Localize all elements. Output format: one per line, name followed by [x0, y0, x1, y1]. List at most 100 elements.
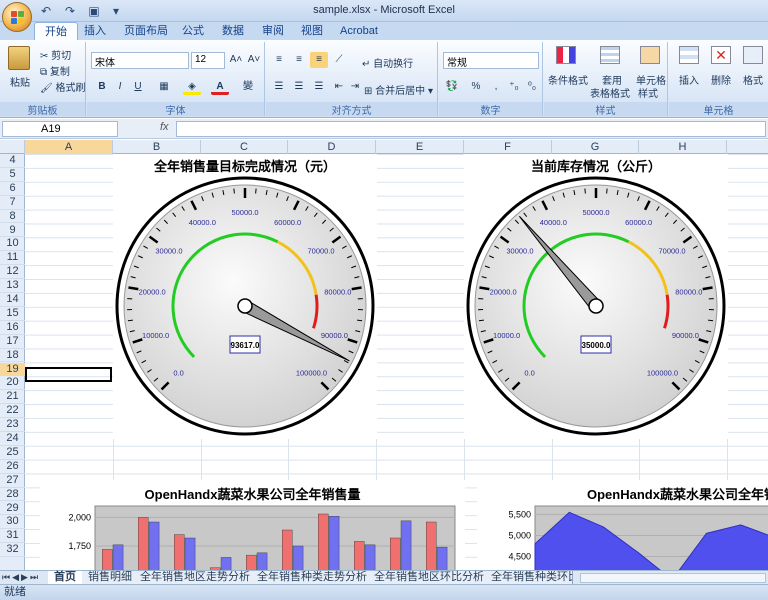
- row-header-28[interactable]: 28: [0, 488, 25, 502]
- comma-icon[interactable]: ,: [487, 79, 505, 95]
- area-chart-annual-sales[interactable]: OpenHandx蔬菜水果公司全年销售量 5,5005,0004,5004,00…: [477, 480, 768, 570]
- column-header-h[interactable]: H: [639, 140, 727, 154]
- bar-chart-annual-sales[interactable]: OpenHandx蔬菜水果公司全年销售量 2,0001,7501,500: [40, 480, 465, 570]
- customize-quick-access-icon[interactable]: ▾: [108, 3, 124, 19]
- row-header-22[interactable]: 22: [0, 404, 25, 419]
- conditional-format-button[interactable]: 条件格式: [548, 72, 588, 87]
- sheet-tab-home[interactable]: 首页: [48, 571, 83, 585]
- decrease-font-icon[interactable]: A˅: [245, 52, 263, 68]
- row-header-11[interactable]: 11: [0, 251, 25, 266]
- row-header-20[interactable]: 20: [0, 376, 25, 391]
- tab-insert[interactable]: 插入: [74, 22, 116, 40]
- cell-styles-button[interactable]: 样式: [638, 85, 658, 100]
- increase-font-icon[interactable]: A˄: [227, 52, 245, 68]
- row-header-4[interactable]: 4: [0, 154, 25, 168]
- row-header-8[interactable]: 8: [0, 210, 25, 224]
- insert-cells-button[interactable]: 插入: [679, 72, 699, 87]
- row-header-24[interactable]: 24: [0, 432, 25, 446]
- row-header-21[interactable]: 21: [0, 390, 25, 405]
- save-icon[interactable]: ▣: [86, 3, 102, 19]
- align-right-icon[interactable]: ☰: [310, 79, 328, 95]
- tab-acrobat[interactable]: Acrobat: [330, 22, 388, 40]
- decrease-decimal-icon[interactable]: ⁰₀: [523, 79, 541, 95]
- row-header-10[interactable]: 10: [0, 237, 25, 252]
- row-header-13[interactable]: 13: [0, 279, 25, 293]
- fill-color-icon[interactable]: ◈: [183, 79, 201, 95]
- insert-cells-icon[interactable]: [679, 46, 699, 64]
- tab-data[interactable]: 数据: [212, 22, 254, 40]
- column-header-a[interactable]: A: [25, 140, 113, 154]
- row-header-23[interactable]: 23: [0, 418, 25, 432]
- row-header-15[interactable]: 15: [0, 307, 25, 321]
- align-top-icon[interactable]: ≡: [270, 52, 288, 68]
- font-size-select[interactable]: 12: [191, 52, 225, 69]
- row-header-30[interactable]: 30: [0, 515, 25, 530]
- paste-button[interactable]: 粘贴: [10, 74, 30, 89]
- row-header-16[interactable]: 16: [0, 321, 25, 335]
- font-color-icon[interactable]: A: [211, 79, 229, 95]
- sheet-tab-region-trend[interactable]: 全年销售地区走势分析: [134, 571, 257, 585]
- tab-formulas[interactable]: 公式: [172, 22, 214, 40]
- delete-cells-icon[interactable]: ✕: [711, 46, 731, 64]
- row-header-7[interactable]: 7: [0, 196, 25, 210]
- tab-home[interactable]: 开始: [34, 22, 78, 40]
- format-painter-button[interactable]: 🖌 格式刷: [40, 79, 85, 94]
- sheet-nav-arrows-icon[interactable]: ⏮◀▶⏭: [2, 571, 48, 584]
- conditional-format-icon[interactable]: [556, 46, 576, 64]
- column-header-g[interactable]: G: [552, 140, 639, 154]
- percent-icon[interactable]: %: [467, 79, 485, 95]
- gauge-chart-inventory[interactable]: 当前库存情况（公斤） 0.0 10000.0 20000.0 30000.0 40000…: [464, 154, 728, 439]
- row-header-27[interactable]: 27: [0, 474, 25, 488]
- format-cells-button[interactable]: 格式: [743, 72, 763, 87]
- undo-icon[interactable]: ↶: [38, 3, 54, 19]
- worksheet-grid[interactable]: 全年销售量目标完成情况（元） 0.0 10000.0 20000.0 30000.0 4…: [25, 154, 768, 570]
- wrap-text-button[interactable]: ↵ 自动换行: [362, 55, 413, 70]
- copy-button[interactable]: ⧉ 复制: [40, 63, 70, 78]
- row-header-9[interactable]: 9: [0, 224, 25, 238]
- row-header-19[interactable]: 19: [0, 362, 25, 377]
- border-icon[interactable]: ▦: [155, 79, 173, 95]
- row-header-6[interactable]: 6: [0, 182, 25, 196]
- align-middle-icon[interactable]: ≡: [290, 52, 308, 68]
- cell-styles-icon[interactable]: [640, 46, 660, 64]
- bold-button[interactable]: B: [93, 79, 111, 95]
- number-format-select[interactable]: 常规: [443, 52, 539, 69]
- align-center-icon[interactable]: ☰: [290, 79, 308, 95]
- table-format-button[interactable]: 表格格式: [590, 85, 630, 100]
- column-header-e[interactable]: E: [376, 140, 464, 154]
- name-box[interactable]: A19: [2, 121, 118, 137]
- gauge-chart-sales-target[interactable]: 全年销售量目标完成情况（元） 0.0 10000.0 20000.0 30000.0 4…: [113, 154, 377, 439]
- align-bottom-icon[interactable]: ≡: [310, 52, 328, 68]
- orientation-icon[interactable]: ⟋: [330, 52, 348, 68]
- phonetic-icon[interactable]: 變: [239, 79, 257, 95]
- row-header-32[interactable]: 32: [0, 543, 25, 558]
- increase-indent-icon[interactable]: ⇥: [346, 79, 364, 95]
- column-header-f[interactable]: F: [464, 140, 552, 154]
- sheet-tab-category-trend[interactable]: 全年销售种类走势分析: [251, 571, 374, 585]
- row-header-14[interactable]: 14: [0, 293, 25, 307]
- row-header-31[interactable]: 31: [0, 529, 25, 544]
- sheet-tab-category-mom[interactable]: 全年销售种类环比: [485, 571, 573, 585]
- row-header-26[interactable]: 26: [0, 460, 25, 474]
- paste-icon[interactable]: [8, 46, 30, 70]
- italic-button[interactable]: I: [111, 79, 129, 95]
- font-name-select[interactable]: 宋体: [91, 52, 189, 69]
- selected-cell-a19[interactable]: [25, 367, 112, 382]
- tab-page-layout[interactable]: 页面布局: [114, 22, 178, 40]
- cut-button[interactable]: ✂ 剪切: [40, 47, 71, 62]
- tab-review[interactable]: 审阅: [252, 22, 294, 40]
- sheet-tab-sales-detail[interactable]: 销售明细: [82, 571, 139, 585]
- merge-center-button[interactable]: ⊞ 合并后居中 ▾: [364, 82, 433, 97]
- sheet-tab-region-mom[interactable]: 全年销售地区环比分析: [368, 571, 491, 585]
- row-header-17[interactable]: 17: [0, 335, 25, 349]
- row-header-18[interactable]: 18: [0, 349, 25, 363]
- row-header-29[interactable]: 29: [0, 502, 25, 516]
- row-header-25[interactable]: 25: [0, 446, 25, 460]
- column-header-c[interactable]: C: [201, 140, 288, 154]
- column-header-b[interactable]: B: [113, 140, 201, 154]
- delete-cells-button[interactable]: 删除: [711, 72, 731, 87]
- align-left-icon[interactable]: ☰: [270, 79, 288, 95]
- format-cells-icon[interactable]: [743, 46, 763, 64]
- currency-icon[interactable]: 💱: [443, 79, 461, 95]
- formula-input[interactable]: [176, 121, 766, 137]
